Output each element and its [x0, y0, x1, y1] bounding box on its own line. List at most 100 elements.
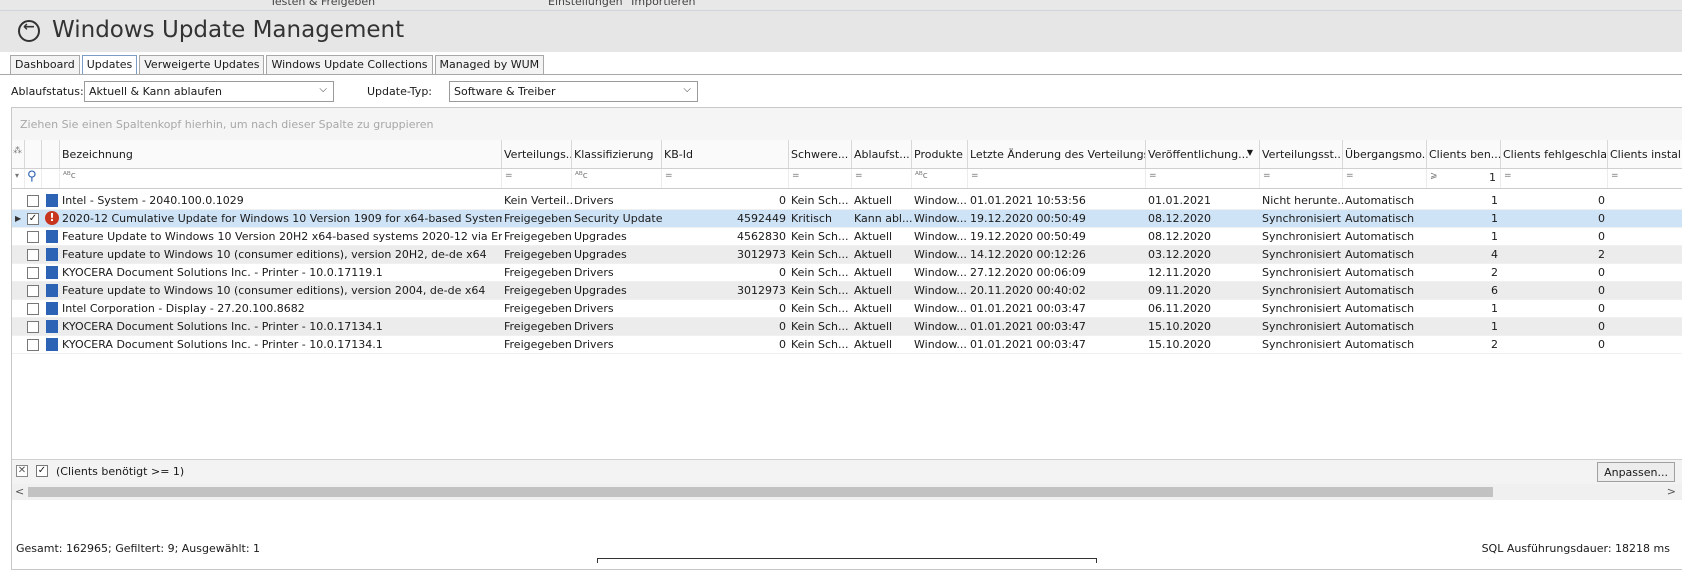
- column-header-bezeichnung[interactable]: Bezeichnung: [60, 140, 502, 168]
- filter-cell-veroeffentlichung[interactable]: =: [1146, 169, 1260, 188]
- row-checkbox[interactable]: [27, 231, 39, 243]
- column-header-verteilungsstatus[interactable]: Verteilungsst...: [1260, 140, 1343, 168]
- column-header-ablaufstatus[interactable]: Ablaufst...: [852, 140, 912, 168]
- customize-filter-button[interactable]: Anpassen...: [1597, 462, 1675, 482]
- table-row[interactable]: Feature update to Windows 10 (consumer e…: [12, 246, 1682, 264]
- update-typ-select[interactable]: Software & Treiber ⌵: [449, 81, 698, 102]
- row-checkbox[interactable]: [27, 339, 39, 351]
- filter-cell-bezeichnung[interactable]: ᴬᴮc: [60, 169, 502, 188]
- cell-veroeffentlichung: 01.01.2021: [1148, 194, 1211, 207]
- column-chooser-icon[interactable]: ⁂: [12, 140, 25, 168]
- cell-verteilungsstatus: Nicht herunte...: [1262, 194, 1343, 207]
- cell-uebergangsmodus: Automatisch: [1345, 284, 1415, 297]
- scrollbar-thumb[interactable]: [28, 487, 1493, 497]
- table-row[interactable]: Intel Corporation - Display - 27.20.100.…: [12, 300, 1682, 318]
- cell-clients-fehlgeschlagen: 0: [1598, 194, 1605, 207]
- filter-cell-type[interactable]: [42, 169, 60, 188]
- cell-produkte: Window...: [914, 212, 967, 225]
- clear-filter-icon[interactable]: ✕: [16, 465, 28, 477]
- table-row[interactable]: KYOCERA Document Solutions Inc. - Printe…: [12, 336, 1682, 354]
- row-checkbox[interactable]: [27, 267, 39, 279]
- filter-enable-checkbox[interactable]: ✓: [36, 465, 48, 477]
- grid-body: Intel - System - 2040.100.0.1029 Kein Ver…: [12, 192, 1682, 354]
- filter-cell-letzte-aenderung[interactable]: =: [968, 169, 1146, 188]
- cell-verteilung: Freigegeben: [504, 230, 572, 243]
- search-icon[interactable]: ⚲: [25, 169, 42, 188]
- table-row[interactable]: KYOCERA Document Solutions Inc. - Printe…: [12, 318, 1682, 336]
- horizontal-scrollbar[interactable]: < >: [12, 484, 1682, 500]
- sort-descending-icon: ▼: [1246, 148, 1253, 157]
- cell-verteilung: Freigegeben: [504, 338, 572, 351]
- cell-uebergangsmodus: Automatisch: [1345, 230, 1415, 243]
- row-checkbox[interactable]: [27, 195, 39, 207]
- column-header-check[interactable]: [25, 140, 42, 168]
- scroll-left-icon[interactable]: <: [15, 485, 24, 498]
- filter-cell-produkte[interactable]: ᴬᴮc: [912, 169, 968, 188]
- filter-cell-ablaufstatus[interactable]: =: [852, 169, 912, 188]
- cell-ablaufstatus: Aktuell: [854, 266, 893, 279]
- cell-uebergangsmodus: Automatisch: [1345, 302, 1415, 315]
- tab-dashboard[interactable]: Dashboard: [10, 55, 80, 74]
- filter-cell-verteilungsstatus[interactable]: =: [1260, 169, 1343, 188]
- table-row[interactable]: KYOCERA Document Solutions Inc. - Printe…: [12, 264, 1682, 282]
- cell-verteilungsstatus: Synchronisiert: [1262, 248, 1341, 261]
- row-checkbox[interactable]: [27, 321, 39, 333]
- group-panel[interactable]: Ziehen Sie einen Spaltenkopf hierhin, um…: [12, 108, 1682, 141]
- filter-cell-uebergangsmodus[interactable]: =: [1343, 169, 1427, 188]
- cell-clients-benoetigt: 1: [1491, 230, 1498, 243]
- column-header-veroeffentlichung[interactable]: Veröffentlichung... ▼: [1146, 140, 1260, 168]
- cell-bezeichnung: KYOCERA Document Solutions Inc. - Printe…: [62, 266, 383, 279]
- tab-updates[interactable]: Updates: [81, 55, 138, 75]
- column-header-uebergangsmodus[interactable]: Übergangsmo...: [1343, 140, 1427, 168]
- cell-produkte: Window...: [914, 194, 967, 207]
- column-header-type[interactable]: [42, 140, 60, 168]
- column-header-schwere[interactable]: Schwere...: [789, 140, 852, 168]
- table-row[interactable]: Feature Update to Windows 10 Version 20H…: [12, 228, 1682, 246]
- column-header-clients-installiert[interactable]: Clients instal: [1608, 140, 1682, 168]
- filter-cell-clients-fehlgeschlagen[interactable]: =: [1501, 169, 1608, 188]
- column-header-klassifizierung[interactable]: Klassifizierung: [572, 140, 662, 168]
- tab-verweigerte-updates[interactable]: Verweigerte Updates: [139, 55, 265, 74]
- row-checkbox[interactable]: [27, 303, 39, 315]
- filter-cell-verteilung[interactable]: =: [502, 169, 572, 188]
- ablaufstatus-select[interactable]: Aktuell & Kann ablaufen ⌵: [84, 81, 334, 102]
- cell-produkte: Window...: [914, 320, 967, 333]
- cell-schwere: Kein Sch...: [791, 230, 849, 243]
- column-header-verteilung[interactable]: Verteilungs...: [502, 140, 572, 168]
- row-indicator-icon: ▶: [15, 214, 22, 223]
- row-checkbox[interactable]: [27, 285, 39, 297]
- column-header-produkte[interactable]: Produkte: [912, 140, 968, 168]
- cell-klassifizierung: Upgrades: [574, 284, 627, 297]
- filter-expression[interactable]: (Clients benötigt >= 1): [56, 465, 184, 478]
- table-row[interactable]: Feature update to Windows 10 (consumer e…: [12, 282, 1682, 300]
- column-header-letzte-aenderung[interactable]: Letzte Änderung des Verteilungsri...: [968, 140, 1146, 168]
- cell-clients-fehlgeschlagen: 0: [1598, 302, 1605, 315]
- table-row[interactable]: Intel - System - 2040.100.0.1029 Kein Ver…: [12, 192, 1682, 210]
- column-header-clients-fehlgeschlagen[interactable]: Clients fehlgeschla...: [1501, 140, 1608, 168]
- cell-ablaufstatus: Aktuell: [854, 194, 893, 207]
- row-checkbox[interactable]: [27, 249, 39, 261]
- cell-produkte: Window...: [914, 266, 967, 279]
- scroll-right-icon[interactable]: >: [1667, 485, 1676, 498]
- filter-cell-clients-installiert[interactable]: =: [1608, 169, 1682, 188]
- column-header-clients-benoetigt[interactable]: Clients ben...: [1427, 140, 1501, 168]
- filter-cell-klassifizierung[interactable]: ᴬᴮc: [572, 169, 662, 188]
- row-checkbox[interactable]: ✓: [27, 213, 39, 225]
- tab-managed-by-wum[interactable]: Managed by WUM: [434, 55, 545, 74]
- cell-kb-id: 3012973: [737, 248, 786, 261]
- filter-cell-clients-benoetigt[interactable]: ⩾ 1: [1427, 169, 1501, 188]
- filter-cell-schwere[interactable]: =: [789, 169, 852, 188]
- column-header-row: ⁂ Bezeichnung Verteilungs... Klassifizie…: [12, 140, 1682, 169]
- ablaufstatus-label: Ablaufstatus:: [11, 85, 84, 98]
- tab-windows-update-collections[interactable]: Windows Update Collections: [266, 55, 433, 74]
- chevron-down-icon: ⌵: [319, 84, 327, 95]
- column-header-kb-id[interactable]: KB-Id: [662, 140, 789, 168]
- cell-verteilung: Freigegeben: [504, 302, 572, 315]
- cell-clients-fehlgeschlagen: 2: [1598, 248, 1605, 261]
- back-arrow-icon[interactable]: ←: [18, 19, 40, 42]
- cell-verteilung: Kein Verteil...: [504, 194, 572, 207]
- cell-bezeichnung: Feature update to Windows 10 (consumer e…: [62, 284, 486, 297]
- table-row[interactable]: ▶ ✓! 2020-12 Cumulative Update for Windows…: [12, 210, 1682, 228]
- filter-cell-kb-id[interactable]: =: [662, 169, 789, 188]
- critical-alert-icon: !: [45, 211, 59, 225]
